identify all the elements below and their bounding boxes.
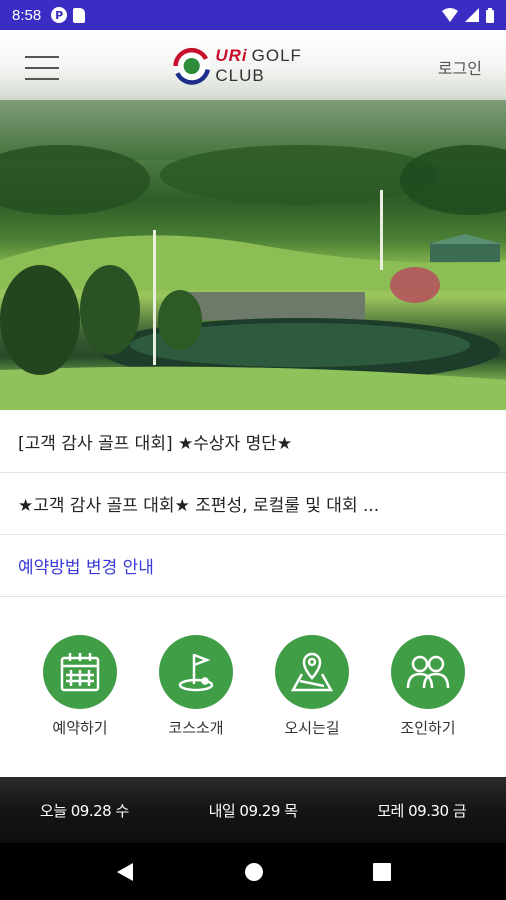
directions-label: 오시는길: [284, 719, 340, 737]
brand-mark: URi: [215, 46, 248, 65]
directions-button[interactable]: 오시는길: [257, 635, 367, 738]
notice-item-1[interactable]: [고객 감사 골프 대회] ★수상자 명단★: [0, 411, 506, 473]
quick-menu: 예약하기 코스소개 오시는길 조인하기: [0, 597, 506, 777]
notification-icon: P: [51, 7, 68, 23]
notice-item-2[interactable]: ★고객 감사 골프 대회★ 조편성, 로컬룰 및 대회 ...: [0, 473, 506, 535]
reservation-button[interactable]: 예약하기: [25, 635, 135, 738]
date-today[interactable]: 오늘 09.28 수: [0, 800, 169, 821]
battery-icon: [486, 7, 494, 23]
join-button[interactable]: 조인하기: [373, 635, 483, 738]
date-selector: 오늘 09.28 수 내일 09.29 목 모레 09.30 금: [0, 777, 506, 843]
date-day-after[interactable]: 모레 09.30 금: [337, 800, 506, 821]
sd-card-icon: [73, 7, 86, 23]
date-tomorrow[interactable]: 내일 09.29 목: [169, 800, 338, 821]
wifi-icon: [442, 8, 458, 22]
status-bar: 8:58 P: [0, 0, 506, 30]
notice-item-3[interactable]: 예약방법 변경 안내: [0, 535, 506, 597]
people-icon: [406, 655, 450, 689]
hamburger-menu-button[interactable]: [25, 54, 59, 82]
system-nav-bar: [0, 843, 506, 900]
recents-icon[interactable]: [373, 862, 392, 881]
signal-icon: [465, 8, 479, 22]
map-pin-icon: [290, 652, 334, 692]
golf-club-emblem-icon: [173, 47, 210, 85]
calendar-icon: [60, 653, 100, 692]
join-label: 조인하기: [400, 719, 456, 737]
flag-icon: [178, 653, 214, 692]
login-link[interactable]: 로그인: [438, 55, 482, 79]
app-header: URi GOLF CLUB 로그인: [0, 30, 506, 104]
course-intro-button[interactable]: 코스소개: [141, 635, 251, 738]
back-icon[interactable]: [115, 862, 135, 882]
reservation-label: 예약하기: [52, 719, 108, 737]
status-time: 8:58: [12, 6, 42, 24]
home-icon[interactable]: [244, 862, 264, 882]
course-intro-label: 코스소개: [168, 719, 224, 737]
club-logo[interactable]: URi GOLF CLUB: [172, 44, 342, 88]
